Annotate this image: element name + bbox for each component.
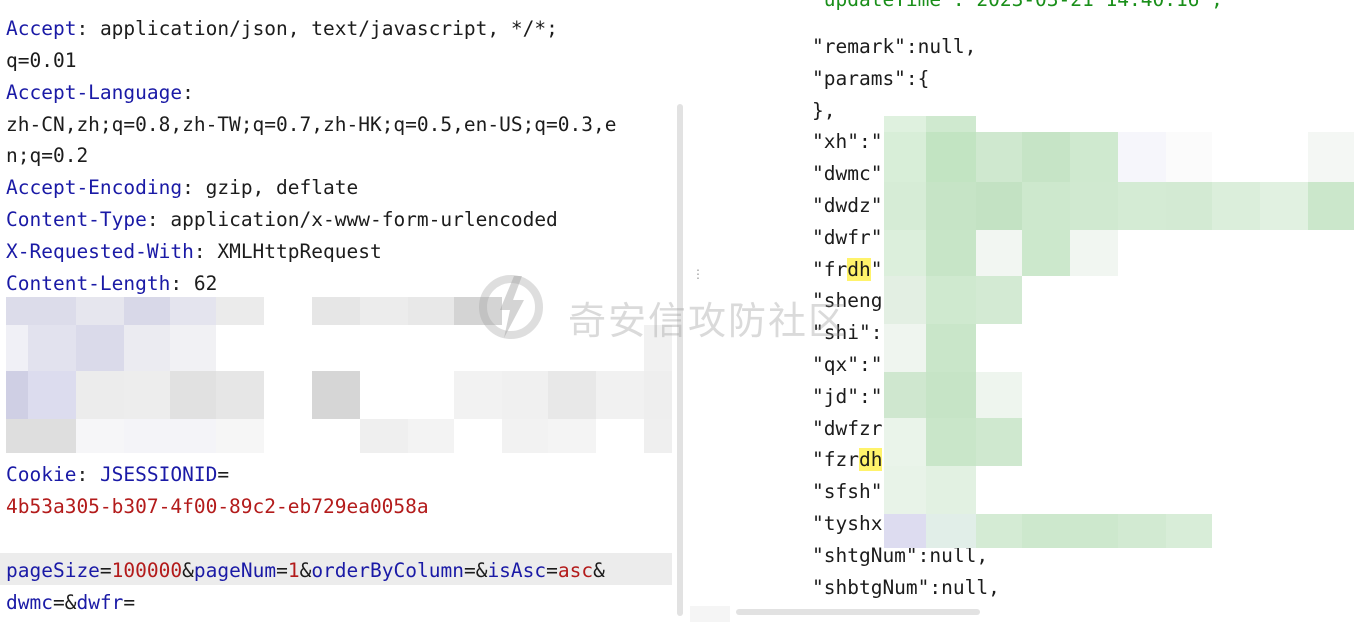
header-accept-cont: q=0.01 [6, 49, 77, 72]
json-line: "qx":" [812, 349, 882, 380]
json-key: "dwdz" [812, 194, 883, 217]
json-line: "params":{ [812, 63, 929, 94]
json-key: "sfsh" [812, 480, 883, 504]
request-body-line1: pageSize=100000&pageNum=1&orderByColumn=… [6, 559, 605, 582]
header-x-requested-with: X-Requested-With: XMLHttpRequest [6, 240, 382, 263]
json-line: "shbtgNum":null, [812, 572, 1000, 603]
pane-gap [690, 606, 730, 622]
json-value: :" [858, 384, 883, 408]
header-accept: Accept: application/json, text/javascrip… [6, 17, 558, 40]
json-line: "jd":" [812, 381, 882, 412]
json-key: "remark" [812, 35, 906, 58]
header-accept-language-cont: zh-CN,zh;q=0.8,zh-TW;q=0.7,zh-HK;q=0.5,e… [6, 113, 617, 136]
header-cookie: Cookie: JSESSIONID= [6, 463, 230, 486]
header-content-type: Content-Type: application/x-www-form-url… [6, 208, 558, 231]
cookie-value: 4b53a305-b307-4f00-89c2-eb729ea0058a [6, 495, 429, 518]
json-line: "dwdz" [812, 190, 882, 221]
json-value: :" [858, 353, 883, 376]
json-key: "jd" [812, 384, 859, 408]
json-key: }, [812, 98, 836, 122]
json-line: "remark":null, [812, 31, 976, 62]
pane-resize-handle[interactable]: ⋮ [692, 268, 704, 280]
json-value: :{ [905, 66, 930, 90]
json-value: :" [858, 130, 883, 154]
header-accept-language-cont2: n;q=0.2 [6, 144, 89, 167]
json-key: "dwfzr [812, 416, 883, 440]
request-vertical-scrollbar[interactable] [677, 104, 683, 616]
json-value: :null, [929, 575, 1000, 599]
search-highlight: dh [858, 448, 883, 472]
json-line: "dwfr" [812, 222, 882, 253]
header-accept-language: Accept-Language: [6, 81, 194, 104]
json-line: }, [812, 95, 835, 126]
json-line: "tyshx [812, 508, 882, 539]
json-key: "params" [812, 66, 906, 90]
json-line: "sfsh" [812, 476, 882, 507]
json-key: "fr [812, 257, 848, 281]
json-line-updatetime: "updateTime":"2023-03-21 14:40:16", [812, 0, 1223, 15]
watermark-text: 奇安信攻防社区 [568, 299, 849, 343]
json-line: "xh":" [812, 126, 882, 157]
response-horizontal-scrollbar[interactable] [736, 609, 980, 615]
json-key: "dwmc" [812, 162, 883, 186]
watermark-logo-icon [479, 275, 543, 339]
header-accept-encoding: Accept-Encoding: gzip, deflate [6, 176, 359, 199]
request-body-line2: dwmc=&dwfr= [6, 591, 136, 614]
json-value: : [870, 321, 883, 345]
search-highlight: dh [847, 257, 871, 281]
json-key: "tyshx [812, 512, 883, 535]
json-key: "fzr [812, 448, 859, 472]
json-line: "dwmc" [812, 158, 882, 189]
json-line: "dwfzr [812, 413, 882, 444]
json-key: "xh" [812, 130, 859, 154]
json-value: " [870, 257, 883, 281]
json-value: :null, [905, 35, 977, 58]
json-key: "dwfr" [812, 225, 883, 249]
header-content-length: Content-Length: 62 [6, 272, 218, 295]
json-line: "frdh" [812, 254, 882, 285]
json-line: "fzrdh [812, 444, 883, 475]
json-key: "qx" [812, 353, 859, 376]
json-key: "shbtgNum" [812, 575, 930, 599]
